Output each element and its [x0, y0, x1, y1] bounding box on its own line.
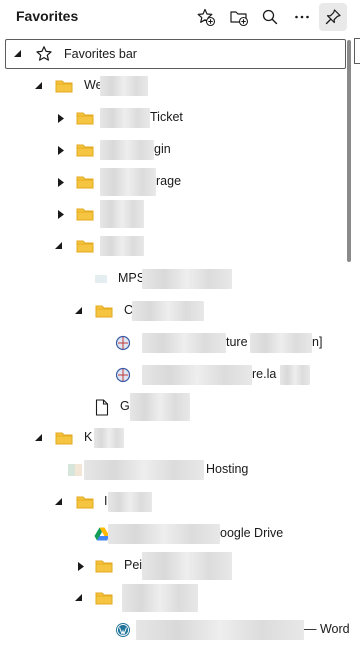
bookmark-row[interactable]: G [0, 391, 360, 423]
bookmark-label: re.la [252, 367, 277, 381]
redacted-text [108, 524, 220, 544]
star-icon [35, 45, 53, 63]
chevron-down-icon[interactable] [74, 306, 84, 316]
redacted-text [142, 552, 232, 580]
search-button[interactable] [256, 3, 284, 31]
bookmark-row[interactable]: re.la [0, 359, 360, 391]
more-button[interactable] [288, 3, 316, 31]
folder-row[interactable]: K [0, 422, 360, 454]
redacted-text [280, 365, 310, 385]
folder-row[interactable]: I [0, 486, 360, 518]
more-icon [295, 15, 309, 19]
star-plus-icon [197, 8, 216, 27]
chevron-down-icon[interactable] [34, 81, 44, 91]
bookmark-label: oogle Drive [220, 526, 284, 540]
folder-row[interactable]: rage [0, 166, 360, 198]
redacted-text [142, 333, 226, 353]
folder-icon [76, 141, 94, 159]
document-icon [93, 398, 111, 416]
redacted-text [100, 236, 144, 256]
folder-label: rage [156, 174, 182, 188]
chevron-right-icon[interactable] [56, 177, 66, 187]
chevron-right-icon[interactable] [56, 209, 66, 219]
folder-icon [95, 589, 113, 607]
chevron-down-icon[interactable] [74, 593, 84, 603]
chevron-down-icon[interactable] [13, 49, 23, 59]
folder-icon [95, 557, 113, 575]
folder-label: gin [154, 142, 171, 156]
redacted-text [100, 140, 154, 160]
folder-row[interactable] [0, 582, 360, 614]
bookmark-row[interactable]: MPS [0, 263, 360, 295]
redacted-text [108, 492, 152, 512]
site-favicon [114, 334, 132, 352]
folder-label: I [104, 494, 108, 508]
bookmark-row[interactable]: Hosting [0, 454, 360, 486]
redacted-text [100, 168, 156, 196]
folder-row[interactable]: Ticket [0, 102, 360, 134]
folder-plus-icon [230, 11, 249, 27]
redacted-text [122, 584, 198, 612]
bookmark-label: ture [226, 335, 248, 349]
bookmark-row[interactable]: ture n] [0, 327, 360, 359]
chevron-right-icon[interactable] [76, 561, 86, 571]
bookmark-label-end: n] [312, 335, 323, 349]
bookmark-label: — Word [304, 622, 350, 636]
panel-title: Favorites [16, 8, 79, 24]
site-favicon [114, 366, 132, 384]
folder-row[interactable]: gin [0, 134, 360, 166]
redacted-text [100, 108, 150, 128]
redacted-text [142, 365, 252, 385]
folder-icon [76, 205, 94, 223]
redacted-text [84, 460, 204, 480]
folder-label: K [84, 430, 93, 444]
folder-icon [55, 77, 73, 95]
chevron-down-icon[interactable] [54, 497, 64, 507]
chevron-down-icon[interactable] [54, 241, 64, 251]
pin-icon [325, 9, 341, 25]
redacted-text [136, 620, 304, 640]
folder-row[interactable]: Pei [0, 550, 360, 582]
adjacent-panel-edge [354, 38, 360, 64]
favorites-bar-row[interactable]: Favorites bar [5, 39, 346, 69]
folder-row[interactable] [0, 230, 360, 262]
search-icon [262, 9, 278, 25]
favorites-header: Favorites [0, 0, 360, 34]
folder-label: Pei [124, 558, 143, 572]
folder-row[interactable] [0, 198, 360, 230]
folder-row[interactable]: C [0, 295, 360, 327]
redacted-text [132, 301, 204, 321]
bookmark-label: Hosting [206, 462, 249, 476]
folder-icon [76, 237, 94, 255]
redacted-text [100, 200, 144, 228]
folder-icon [76, 493, 94, 511]
folder-icon [76, 173, 94, 191]
folder-icon [55, 429, 73, 447]
add-folder-button[interactable] [225, 3, 253, 31]
site-favicon [66, 461, 84, 479]
chevron-down-icon[interactable] [34, 433, 44, 443]
redacted-text [94, 428, 124, 448]
redacted-text [250, 333, 312, 353]
add-favorite-button[interactable] [192, 3, 220, 31]
chevron-right-icon[interactable] [56, 145, 66, 155]
redacted-text [130, 393, 190, 421]
redacted-text [100, 76, 148, 96]
pin-button[interactable] [319, 3, 347, 31]
bookmark-row[interactable]: — Word [0, 614, 360, 646]
folder-row[interactable]: We [0, 70, 360, 102]
folder-label: Ticket [150, 110, 183, 124]
scrollbar-thumb[interactable] [347, 40, 351, 262]
site-favicon [92, 270, 110, 288]
redacted-text [142, 269, 232, 289]
chevron-right-icon[interactable] [56, 113, 66, 123]
wordpress-icon [114, 621, 132, 639]
folder-icon [95, 302, 113, 320]
bookmark-label: G [120, 399, 130, 413]
favorites-bar-label: Favorites bar [64, 47, 137, 61]
bookmark-row[interactable]: oogle Drive [0, 518, 360, 550]
folder-icon [76, 109, 94, 127]
